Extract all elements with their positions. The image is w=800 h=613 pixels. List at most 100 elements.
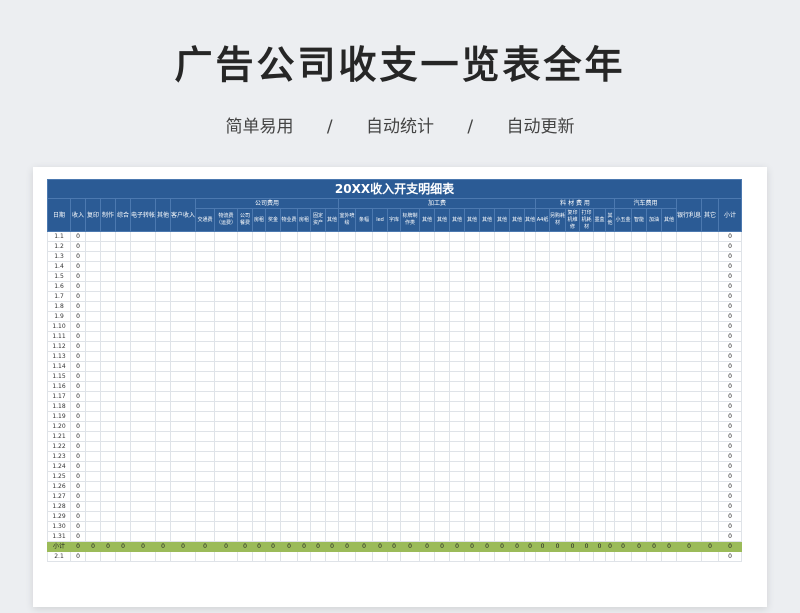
table-cell[interactable] <box>85 471 101 482</box>
table-cell[interactable] <box>265 381 282 392</box>
table-cell[interactable] <box>593 501 607 512</box>
subtotal-cell[interactable]: 0 <box>718 301 743 312</box>
table-cell[interactable] <box>631 481 648 492</box>
table-cell[interactable] <box>195 411 216 422</box>
table-cell[interactable] <box>464 301 481 312</box>
table-cell[interactable] <box>434 321 451 332</box>
table-cell[interactable] <box>614 451 633 462</box>
table-cell[interactable] <box>85 331 101 342</box>
table-cell[interactable] <box>115 361 131 372</box>
table-cell[interactable] <box>579 501 595 512</box>
table-cell[interactable] <box>661 491 678 502</box>
table-cell[interactable] <box>494 431 511 442</box>
table-cell[interactable] <box>310 341 327 352</box>
table-cell[interactable] <box>479 511 496 522</box>
table-cell[interactable] <box>280 231 299 242</box>
table-cell[interactable] <box>387 311 402 322</box>
table-cell[interactable] <box>85 321 101 332</box>
table-cell[interactable] <box>325 401 340 412</box>
table-cell[interactable] <box>265 341 282 352</box>
column-header[interactable]: 打印机耗材 <box>579 208 595 232</box>
table-cell[interactable] <box>85 401 101 412</box>
table-cell[interactable] <box>155 551 172 562</box>
table-cell[interactable] <box>479 361 496 372</box>
table-cell[interactable] <box>449 501 466 512</box>
table-cell[interactable] <box>419 391 436 402</box>
table-cell[interactable] <box>338 531 357 542</box>
table-cell[interactable] <box>579 391 595 402</box>
table-cell[interactable] <box>565 451 581 462</box>
table-cell[interactable] <box>100 361 116 372</box>
table-cell[interactable] <box>252 521 267 532</box>
column-header[interactable]: A4纸 <box>535 208 551 232</box>
subtotal-value[interactable]: 0 <box>115 541 131 552</box>
table-cell[interactable] <box>387 391 402 402</box>
table-cell[interactable] <box>449 261 466 272</box>
table-cell[interactable] <box>509 471 526 482</box>
table-cell[interactable] <box>524 281 537 292</box>
table-cell[interactable] <box>579 431 595 442</box>
table-cell[interactable] <box>237 361 254 372</box>
table-cell[interactable] <box>449 311 466 322</box>
table-cell[interactable] <box>646 521 663 532</box>
table-cell[interactable] <box>646 271 663 282</box>
table-cell[interactable] <box>614 271 633 282</box>
table-cell[interactable] <box>593 381 607 392</box>
table-cell[interactable] <box>661 241 678 252</box>
table-cell[interactable] <box>509 391 526 402</box>
table-cell[interactable] <box>400 311 421 322</box>
table-cell[interactable] <box>509 261 526 272</box>
table-cell[interactable] <box>614 501 633 512</box>
table-cell[interactable] <box>479 301 496 312</box>
table-cell[interactable] <box>338 251 357 262</box>
table-cell[interactable] <box>115 371 131 382</box>
table-cell[interactable] <box>100 241 116 252</box>
table-cell[interactable] <box>479 421 496 432</box>
column-header[interactable]: 复印 <box>85 198 101 232</box>
table-cell[interactable] <box>100 291 116 302</box>
table-cell[interactable] <box>549 491 567 502</box>
table-cell[interactable] <box>265 331 282 342</box>
table-cell[interactable] <box>372 431 389 442</box>
table-cell[interactable] <box>464 521 481 532</box>
table-cell[interactable] <box>280 411 299 422</box>
table-cell[interactable] <box>85 511 101 522</box>
table-cell[interactable] <box>297 441 312 452</box>
table-cell[interactable] <box>170 381 197 392</box>
table-cell[interactable] <box>155 501 172 512</box>
table-cell[interactable] <box>195 421 216 432</box>
table-cell[interactable] <box>195 551 216 562</box>
table-cell[interactable] <box>252 551 267 562</box>
table-cell[interactable] <box>85 461 101 472</box>
table-cell[interactable] <box>464 351 481 362</box>
table-cell[interactable] <box>614 491 633 502</box>
table-cell[interactable] <box>494 361 511 372</box>
table-cell[interactable] <box>252 351 267 362</box>
table-cell[interactable] <box>387 441 402 452</box>
subtotal-value[interactable]: 0 <box>419 541 436 552</box>
table-cell[interactable] <box>593 511 607 522</box>
table-cell[interactable] <box>297 311 312 322</box>
table-cell[interactable] <box>434 551 451 562</box>
table-cell[interactable] <box>676 431 703 442</box>
table-cell[interactable] <box>265 421 282 432</box>
table-cell[interactable] <box>434 391 451 402</box>
subtotal-cell[interactable]: 0 <box>718 321 743 332</box>
table-cell[interactable] <box>387 281 402 292</box>
table-cell[interactable] <box>676 421 703 432</box>
table-cell[interactable] <box>579 491 595 502</box>
table-cell[interactable] <box>355 501 374 512</box>
table-cell[interactable] <box>325 351 340 362</box>
subtotal-cell[interactable]: 0 <box>718 441 743 452</box>
table-cell[interactable] <box>297 351 312 362</box>
table-cell[interactable] <box>265 371 282 382</box>
table-cell[interactable] <box>646 491 663 502</box>
table-cell[interactable] <box>280 521 299 532</box>
table-cell[interactable] <box>524 501 537 512</box>
table-cell[interactable] <box>100 271 116 282</box>
table-cell[interactable] <box>100 441 116 452</box>
table-cell[interactable] <box>701 361 720 372</box>
table-cell[interactable] <box>338 401 357 412</box>
table-cell[interactable] <box>701 291 720 302</box>
table-cell[interactable] <box>701 411 720 422</box>
